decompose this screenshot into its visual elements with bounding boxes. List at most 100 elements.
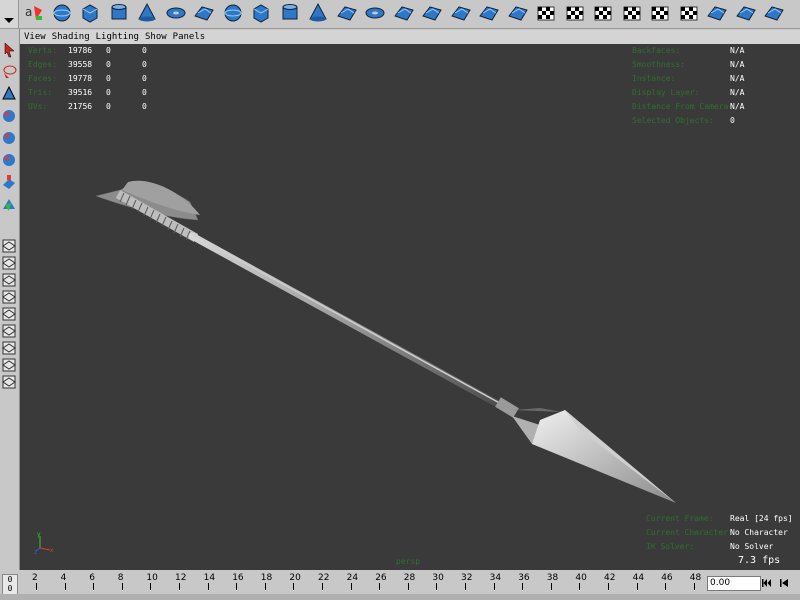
- frame-tick-label: 30: [432, 573, 444, 583]
- frame-tick: [693, 583, 695, 590]
- select-arrow-icon[interactable]: [1, 41, 17, 59]
- poly-cone-icon[interactable]: [307, 2, 329, 24]
- checker-green-icon[interactable]: [564, 2, 586, 24]
- frame-tick-label: 46: [661, 573, 673, 583]
- svg-text:z: z: [34, 549, 37, 554]
- blue-surface-icon[interactable]: [706, 2, 728, 24]
- frame-tick: [64, 583, 66, 590]
- subdiv-icon[interactable]: [393, 2, 415, 24]
- checker-black-icon[interactable]: [621, 2, 643, 24]
- last-tool-icon[interactable]: [1, 195, 17, 213]
- hud-label: Current Frame:: [646, 514, 714, 523]
- poly-cylinder-icon[interactable]: [279, 2, 301, 24]
- checker-select-icon[interactable]: [678, 2, 700, 24]
- uv-icon[interactable]: [507, 2, 529, 24]
- frame-tick: [379, 583, 381, 590]
- layout-single-icon[interactable]: [1, 237, 17, 255]
- hud-value: No Solver: [730, 542, 774, 551]
- blue-flat-icon[interactable]: [735, 2, 757, 24]
- hud-label: IK Solver:: [646, 542, 695, 551]
- frame-tick: [608, 583, 609, 590]
- cylinder-icon[interactable]: [108, 2, 130, 24]
- chevron-down-icon: [4, 18, 14, 23]
- go-to-start-icon[interactable]: [761, 577, 773, 589]
- frame-tick-label: 2: [32, 573, 38, 583]
- move-icon[interactable]: [1, 107, 17, 125]
- blue-panel-icon[interactable]: [763, 2, 785, 24]
- frame-tick: [150, 583, 152, 590]
- poly-torus-icon[interactable]: [364, 2, 386, 24]
- step-back-icon[interactable]: [778, 577, 790, 589]
- frame-tick-label: 26: [375, 573, 387, 583]
- checker-red-icon[interactable]: [592, 2, 614, 24]
- fps-readout: 7.3 fps: [738, 555, 781, 566]
- frame-tick: [350, 583, 352, 590]
- lasso-icon[interactable]: [1, 63, 17, 81]
- frame-tick: [207, 583, 209, 590]
- frame-tick: [36, 583, 37, 590]
- hud-label: Current Character:: [646, 528, 733, 537]
- frame-tick-label: 38: [546, 573, 559, 583]
- layout-side-icon[interactable]: [1, 271, 17, 289]
- toolbox: [0, 29, 20, 570]
- layout-four-icon[interactable]: [1, 254, 17, 272]
- frame-tick-label: 24: [346, 573, 359, 583]
- frame-tick: [436, 583, 438, 590]
- paint-select-icon[interactable]: [1, 85, 17, 103]
- checker-white-icon[interactable]: [649, 2, 671, 24]
- poly-cube-icon[interactable]: [250, 2, 272, 24]
- frame-tick-label: 8: [117, 573, 124, 583]
- frame-tick: [636, 583, 638, 590]
- rotate-icon[interactable]: [1, 129, 17, 147]
- frame-tick-label: 40: [575, 573, 587, 583]
- poly-sphere-icon[interactable]: [222, 2, 244, 24]
- layout-graph-icon[interactable]: [1, 305, 17, 323]
- frame-tick: [93, 583, 95, 590]
- viewport-panel[interactable]: View Shading Lighting Show Panels Verts: 197…: [20, 30, 800, 570]
- surface-blue-icon[interactable]: [450, 2, 472, 24]
- text-curve-icon[interactable]: a: [22, 2, 44, 24]
- frame-tick: [665, 583, 667, 590]
- frame-tick: [179, 583, 180, 590]
- layout-hypershade-icon[interactable]: [1, 339, 17, 357]
- frame-tick: [293, 583, 295, 590]
- frame-tick-label: 6: [89, 573, 95, 583]
- current-frame-field[interactable]: 0.00: [707, 576, 761, 591]
- frame-tick-label: 20: [289, 573, 301, 583]
- layout-persp-icon[interactable]: [1, 288, 17, 306]
- frame-tick-label: 36: [518, 573, 530, 583]
- surface-icon[interactable]: [421, 2, 443, 24]
- arrow-model[interactable]: [20, 30, 800, 570]
- surface-flat-icon[interactable]: [478, 2, 500, 24]
- sphere-icon[interactable]: [51, 2, 73, 24]
- cone-icon[interactable]: [136, 2, 158, 24]
- layout-render-icon[interactable]: [1, 356, 17, 374]
- frame-tick-label: 42: [604, 573, 616, 583]
- frame-tick: [522, 583, 524, 590]
- camera-name: persp: [396, 557, 421, 566]
- range-slider[interactable]: [0, 594, 800, 600]
- plane-icon[interactable]: [193, 2, 215, 24]
- manipulator-icon[interactable]: [1, 173, 17, 191]
- frame-tick-label: 32: [461, 573, 473, 583]
- frame-tick: [121, 583, 123, 590]
- axis-gizmo-icon: y x z: [34, 531, 54, 554]
- frame-tick: [493, 583, 495, 590]
- frame-tick-label: 14: [203, 573, 216, 583]
- hud-value: No Character: [730, 528, 788, 537]
- frame-tick-label: 34: [489, 573, 502, 583]
- frame-tick: [579, 583, 581, 590]
- poly-plane-icon[interactable]: [336, 2, 358, 24]
- frame-number-bottom: 0: [7, 584, 13, 593]
- time-slider-ticks: 2 4 6 8 10 12 14 16 18 20 22 24 26 28 30 32 34 36 38 40 42 44…: [18, 572, 706, 592]
- frame-tick: [322, 583, 323, 590]
- layout-outliner-icon[interactable]: [1, 322, 17, 340]
- shelf-menu-button[interactable]: [0, 0, 19, 28]
- checker-icon[interactable]: [535, 2, 557, 24]
- scale-icon[interactable]: [1, 151, 17, 169]
- frame-tick: [407, 583, 409, 590]
- layout-menu-icon[interactable]: [1, 373, 17, 391]
- cube-icon[interactable]: [79, 2, 101, 24]
- frame-tick-label: 18: [260, 573, 273, 583]
- torus-icon[interactable]: [165, 2, 187, 24]
